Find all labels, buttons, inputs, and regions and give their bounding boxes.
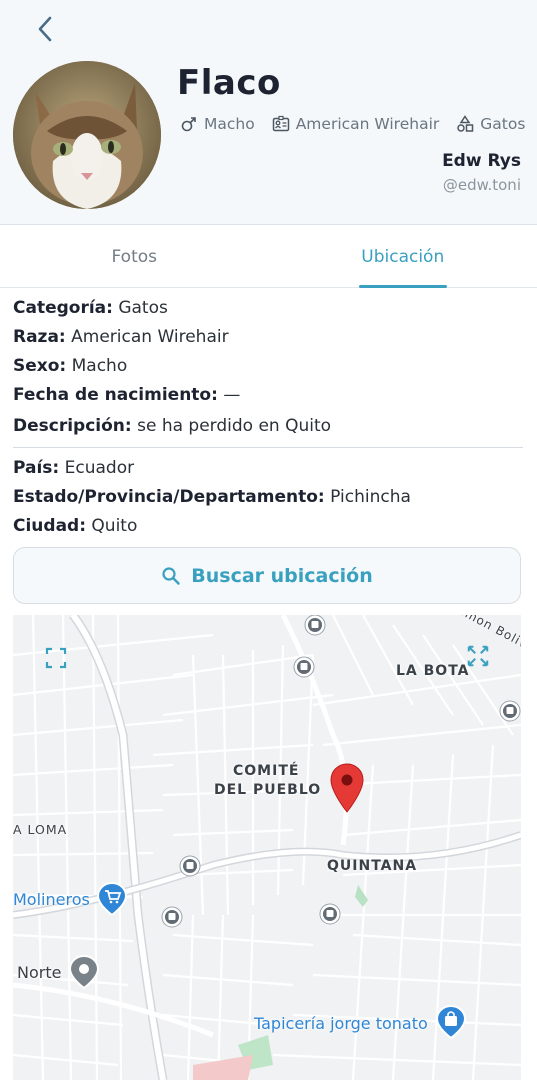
pet-meta-row: Macho American Wirehair Gatos [179, 114, 525, 134]
divider [13, 447, 523, 448]
detail-sex: Sexo: Macho [13, 356, 128, 376]
detail-birthdate: Fecha de nacimiento: — [13, 385, 241, 405]
poi-label-norte[interactable]: Norte [17, 963, 61, 982]
chevron-left-icon [38, 16, 52, 42]
detail-breed: Raza: American Wirehair [13, 327, 229, 347]
search-location-button[interactable]: Buscar ubicación [13, 547, 521, 604]
shopping-cart-icon[interactable] [96, 881, 128, 917]
pet-avatar[interactable] [13, 61, 161, 209]
bus-stop-icon[interactable] [498, 699, 521, 723]
tab-ubicacion[interactable]: Ubicación [269, 226, 537, 288]
cat-photo [13, 61, 161, 209]
pet-details: Categoría: Gatos Raza: American Wirehair… [13, 294, 523, 541]
map-label-del-pueblo: DEL PUEBLO [214, 782, 322, 798]
map-label-comite: COMITÉ [233, 763, 300, 779]
meta-breed: American Wirehair [295, 115, 440, 133]
map-view[interactable]: LA BOTA COMITÉ DEL PUEBLO A LOMA QUINTAN… [13, 615, 521, 1080]
bus-stop-icon[interactable] [292, 655, 316, 679]
detail-state: Estado/Provincia/Departamento: Pichincha [13, 487, 411, 507]
expand-icon[interactable] [466, 644, 490, 668]
shapes-icon [455, 114, 475, 134]
detail-city: Ciudad: Quito [13, 516, 138, 536]
detail-category: Categoría: Gatos [13, 298, 168, 318]
meta-sex: Macho [204, 115, 255, 133]
meta-category: Gatos [480, 115, 526, 133]
tab-bar: Fotos Ubicación [0, 226, 537, 288]
bus-stop-icon[interactable] [318, 902, 342, 926]
search-location-label: Buscar ubicación [191, 564, 373, 587]
map-label-quintana: QUINTANA [327, 858, 418, 874]
place-marker-icon[interactable] [68, 954, 100, 990]
map-label-la-bota: LA BOTA [396, 663, 470, 679]
search-icon [162, 566, 180, 585]
owner-handle[interactable]: @edw.toni [443, 176, 521, 194]
owner-name[interactable]: Edw Rys [442, 151, 521, 171]
bus-stop-icon[interactable] [160, 905, 184, 929]
detail-description: Descripción: se ha perdido en Quito [13, 416, 332, 436]
poi-label-molineros[interactable]: Molineros [13, 890, 90, 909]
detail-country: País: Ecuador [13, 458, 135, 478]
male-icon [179, 114, 199, 134]
fullscreen-icon[interactable] [44, 646, 68, 670]
map-label-la-loma: A LOMA [13, 822, 68, 837]
pet-name: Flaco [177, 63, 281, 103]
tab-fotos[interactable]: Fotos [0, 226, 269, 287]
profile-header: Flaco Macho American Wirehair Gatos Edw … [0, 0, 537, 225]
poi-label-tapiceria[interactable]: Tapicería jorge tonato [254, 1014, 428, 1033]
id-card-icon [271, 114, 291, 134]
back-button[interactable] [30, 12, 60, 46]
bus-stop-icon[interactable] [303, 615, 327, 637]
shopping-bag-icon[interactable] [435, 1004, 467, 1040]
bus-stop-icon[interactable] [178, 854, 202, 878]
location-pin-icon[interactable] [330, 763, 364, 813]
